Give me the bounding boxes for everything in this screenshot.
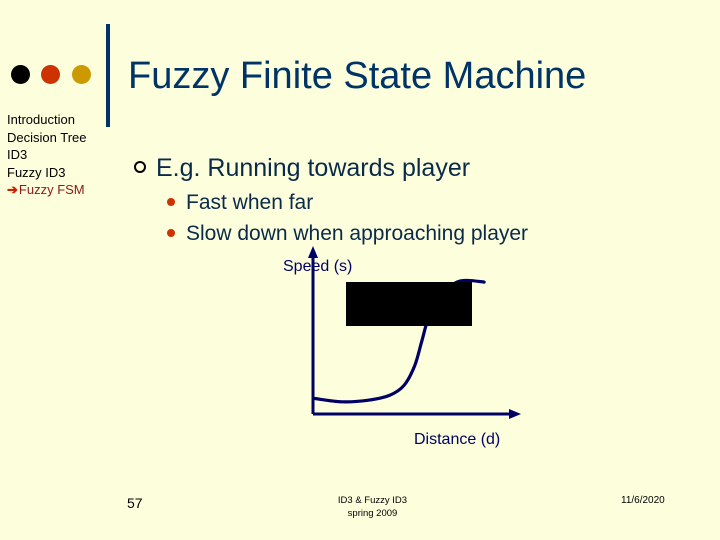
footer-term: spring 2009 bbox=[347, 508, 398, 519]
slide: Fuzzy Finite State Machine Introduction … bbox=[0, 0, 720, 540]
footer-course-title: ID3 & Fuzzy ID3 bbox=[337, 495, 408, 506]
footer-date: 11/6/2020 bbox=[621, 495, 665, 506]
y-axis-arrowhead bbox=[308, 246, 318, 258]
speed-distance-chart bbox=[308, 246, 521, 419]
chart-axes bbox=[308, 246, 521, 419]
x-axis-arrowhead bbox=[509, 409, 521, 419]
page-number: 57 bbox=[127, 495, 143, 511]
footer-course-info: ID3 & Fuzzy ID3 spring 2009 bbox=[320, 494, 425, 520]
redacted-box bbox=[346, 282, 472, 326]
